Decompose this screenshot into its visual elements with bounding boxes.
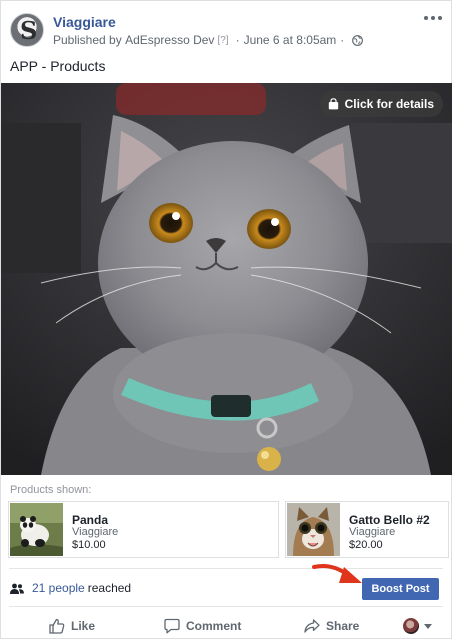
reach-stats: 21 people reached [10,581,131,595]
meta-separator: · [235,33,240,47]
thumbs-up-icon [49,618,65,634]
reach-count-link[interactable]: 21 people [32,581,85,595]
like-button[interactable]: Like [49,615,95,637]
divider [9,568,443,569]
publisher-link[interactable]: AdEspresso Dev [125,33,214,47]
click-for-details-button[interactable]: Click for details [319,91,443,117]
product-name: Gatto Bello #2 [349,513,430,527]
product-price: $10.00 [72,539,106,551]
shopping-bag-icon [328,98,338,110]
dot [431,16,435,20]
click-for-details-label: Click for details [344,97,434,111]
dot [438,16,442,20]
chevron-down-icon [424,623,432,629]
post-date[interactable]: June 6 at 8:05am [244,33,337,47]
more-options-button[interactable] [422,10,444,26]
comment-button[interactable]: Comment [164,615,241,637]
help-marker[interactable]: [?] [217,35,228,46]
product-price: $20.00 [349,539,383,551]
user-avatar [403,618,419,634]
reach-suffix: reached [87,581,132,595]
post-as-selector[interactable] [403,617,432,635]
product-seller: Viaggiare [349,526,396,538]
products-shown-label: Products shown: [10,484,92,496]
share-button[interactable]: Share [304,615,359,637]
product-card-gatto-bello[interactable]: Gatto Bello #2 Viaggiare $20.00 [285,501,449,558]
post-actions-bar: Like Comment Share [1,611,452,639]
published-by-prefix: Published by [53,33,122,47]
share-label: Share [326,619,360,633]
page-avatar[interactable]: S [10,13,44,47]
divider [9,606,443,607]
product-thumbnail [287,503,340,556]
product-name: Panda [72,513,109,527]
like-label: Like [71,619,96,633]
globe-icon[interactable] [352,34,364,46]
meta-separator-2: · [340,33,345,47]
boost-post-button[interactable]: Boost Post [362,578,439,600]
product-thumbnail [10,503,63,556]
comment-label: Comment [186,619,242,633]
red-arrow-annotation [312,564,362,583]
page-name-link[interactable]: Viaggiare [53,14,116,30]
cat-photo [1,83,452,475]
post-text: APP - Products [10,58,106,74]
product-seller: Viaggiare [72,526,119,538]
post-image[interactable]: Click for details [1,83,452,475]
dot [424,16,428,20]
post-meta: Published by AdEspresso Dev [?] · June 6… [53,33,364,47]
comment-bubble-icon [164,618,180,634]
post-header: S Viaggiare Published by AdEspresso Dev … [1,1,452,53]
product-card-panda[interactable]: Panda Viaggiare $10.00 [8,501,279,558]
people-icon [10,583,24,594]
post-card: S Viaggiare Published by AdEspresso Dev … [0,0,452,639]
share-arrow-icon [304,619,320,633]
